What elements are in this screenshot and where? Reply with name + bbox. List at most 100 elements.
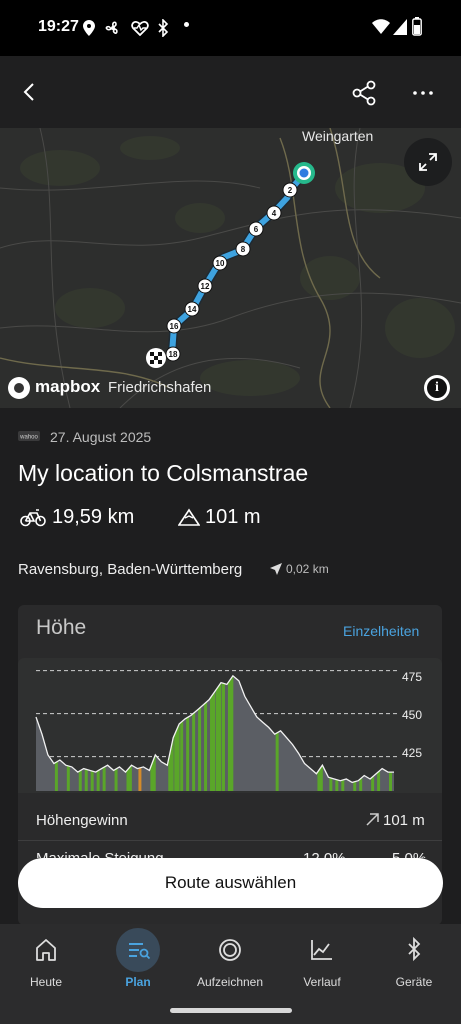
current-location-icon [293,162,315,184]
svg-text:12: 12 [201,282,210,291]
finish-flag-icon [146,348,166,368]
elevation-chart: 475 450 425 [18,658,442,793]
bike-icon [20,509,46,527]
mapbox-logo-icon [8,377,30,399]
slope-stripe [335,675,339,791]
svg-text:wahoo: wahoo [19,435,38,441]
fullscreen-button[interactable] [404,138,452,186]
map-info-button[interactable]: i [424,375,450,401]
expand-icon [419,153,437,171]
route-distance: 19,59 km [52,506,135,528]
svg-text:16: 16 [170,322,179,331]
elevation-heading: Höhe [36,616,87,639]
mapbox-logo-text: mapbox [35,377,101,396]
home-icon [36,939,56,961]
slope-stripe [114,675,118,791]
status-time: 19:27 [38,18,79,35]
history-chart-icon [311,940,332,960]
slope-stripe [341,675,345,791]
svg-text:6: 6 [254,225,259,234]
location-icon [83,20,95,36]
nav-item-heute[interactable]: Heute [0,924,92,1024]
slope-stripe [138,675,142,791]
nav-label: Plan [125,975,151,989]
svg-text:8: 8 [241,245,246,254]
slope-stripe [210,675,216,791]
y-tick-label: 425 [402,746,423,760]
home-indicator [170,1008,292,1013]
info-icon: i [427,378,447,398]
direction-arrow-icon [270,563,282,575]
heart-monitor-icon [131,21,149,36]
elevation-gain-value: 101 m [383,812,425,829]
y-tick-label: 475 [402,670,423,684]
slope-stripe [126,675,132,791]
y-tick-label: 450 [402,708,423,722]
divider [18,840,442,841]
nav-label: Geräte [395,975,433,989]
arrow-up-right-icon [366,813,379,826]
slope-stripe [204,675,208,791]
route-date: 27. August 2025 [50,429,152,445]
slope-stripe [371,675,375,791]
nav-label: Aufzeichnen [196,975,264,989]
slope-stripe [198,675,202,791]
share-icon[interactable] [352,80,376,106]
slope-stripes [54,675,393,791]
slope-stripe [174,675,180,791]
elevation-gain-label: Höhengewinn [36,812,128,829]
more-icon[interactable] [412,90,434,96]
nav-label: Verlauf [303,975,341,989]
svg-text:14: 14 [188,305,197,314]
slope-stripe [150,675,156,791]
slope-stripe [275,675,279,791]
slope-stripe [186,675,190,791]
wifi-icon [372,19,390,34]
signal-icon [393,19,407,35]
plan-list-icon [129,943,151,960]
elevation-details-link[interactable]: Einzelheiten [343,623,419,639]
slope-stripe [192,675,196,791]
select-route-button[interactable]: Route auswählen [18,858,443,908]
battery-icon [412,17,422,36]
slope-stripe [359,675,363,791]
back-icon[interactable] [20,82,40,102]
map-canvas: 2 4 6 8 10 12 14 16 18 [0,128,461,408]
slope-stripe [180,675,184,791]
slope-stripe [168,675,174,791]
bluetooth-icon [158,19,169,37]
svg-text:10: 10 [216,259,225,268]
slope-stripe [54,675,58,791]
route-map[interactable]: 2 4 6 8 10 12 14 16 18 Weingarten Friedr… [0,128,461,408]
slope-stripe [66,675,70,791]
svg-text:2: 2 [288,186,293,195]
wahoo-logo-icon: wahoo [18,431,40,441]
app-bar [0,56,461,128]
nav-label: Heute [29,975,63,989]
status-bar: 19:27 [0,0,461,56]
map-place-friedrichshafen: Friedrichshafen [108,379,212,396]
map-place-weingarten: Weingarten [302,128,374,144]
slope-stripe [84,675,88,791]
slope-stripe [221,675,225,791]
notification-dot-icon [184,22,189,27]
record-icon [219,939,241,961]
slope-stripe [216,675,222,791]
max-slope-label: Maximale Steigung [36,850,164,858]
slope-stripe [102,675,106,791]
fan-icon [105,21,118,34]
route-location-distance: 0,02 km [286,562,329,576]
slope-stripe [353,675,357,791]
route-title: My location to Colsmanstrae [18,460,309,486]
svg-text:18: 18 [169,350,178,359]
max-slope-up: 12,0% [303,850,346,858]
svg-text:4: 4 [272,209,277,218]
climb-icon [178,508,200,526]
nav-item-geraete[interactable]: Geräte [368,924,460,1024]
route-location: Ravensburg, Baden-Württemberg [18,561,243,578]
max-slope-down: 5,0% [392,850,426,858]
bluetooth-icon [408,936,421,962]
route-climb: 101 m [205,506,261,528]
slope-stripe [329,675,333,791]
elevation-chart-svg [35,670,398,791]
